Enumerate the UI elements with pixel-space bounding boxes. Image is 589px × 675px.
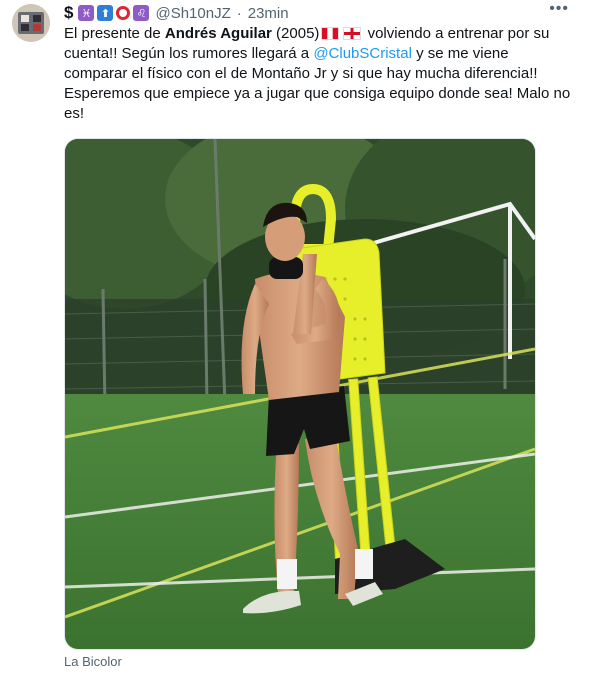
england-flag-icon bbox=[343, 27, 362, 40]
tweet-text-part: (2005) bbox=[271, 25, 320, 42]
pisces-emoji-icon: ♓ bbox=[78, 5, 95, 21]
timestamp[interactable]: 23min bbox=[248, 5, 289, 22]
media-source-label[interactable]: La Bicolor bbox=[64, 654, 122, 669]
tweet-photo[interactable] bbox=[64, 138, 536, 650]
avatar-image bbox=[12, 4, 50, 42]
photo-athlete-training bbox=[65, 139, 535, 649]
author-handle[interactable]: @Sh10nJZ bbox=[155, 5, 230, 22]
display-name[interactable]: $ ♓ ⬆ ♌ bbox=[64, 3, 150, 23]
tweet-bold-name: Andrés Aguilar bbox=[164, 25, 272, 42]
up-arrow-emoji-icon: ⬆ bbox=[97, 5, 114, 21]
tweet-text-part: El presente de bbox=[64, 25, 165, 42]
tweet-text: El presente de Andrés Aguilar (2005) vol… bbox=[64, 24, 574, 124]
peru-flag-icon bbox=[321, 27, 340, 40]
dollar-symbol: $ bbox=[64, 3, 74, 22]
separator-dot: · bbox=[236, 4, 242, 22]
avatar[interactable] bbox=[12, 4, 50, 42]
red-circle-emoji-icon bbox=[116, 6, 131, 20]
leo-emoji-icon: ♌ bbox=[133, 5, 150, 21]
mention-link[interactable]: @ClubSCristal bbox=[313, 45, 412, 62]
tweet-header: $ ♓ ⬆ ♌ @Sh10nJZ · 23min ••• bbox=[64, 0, 569, 24]
more-options-icon[interactable]: ••• bbox=[549, 0, 569, 18]
